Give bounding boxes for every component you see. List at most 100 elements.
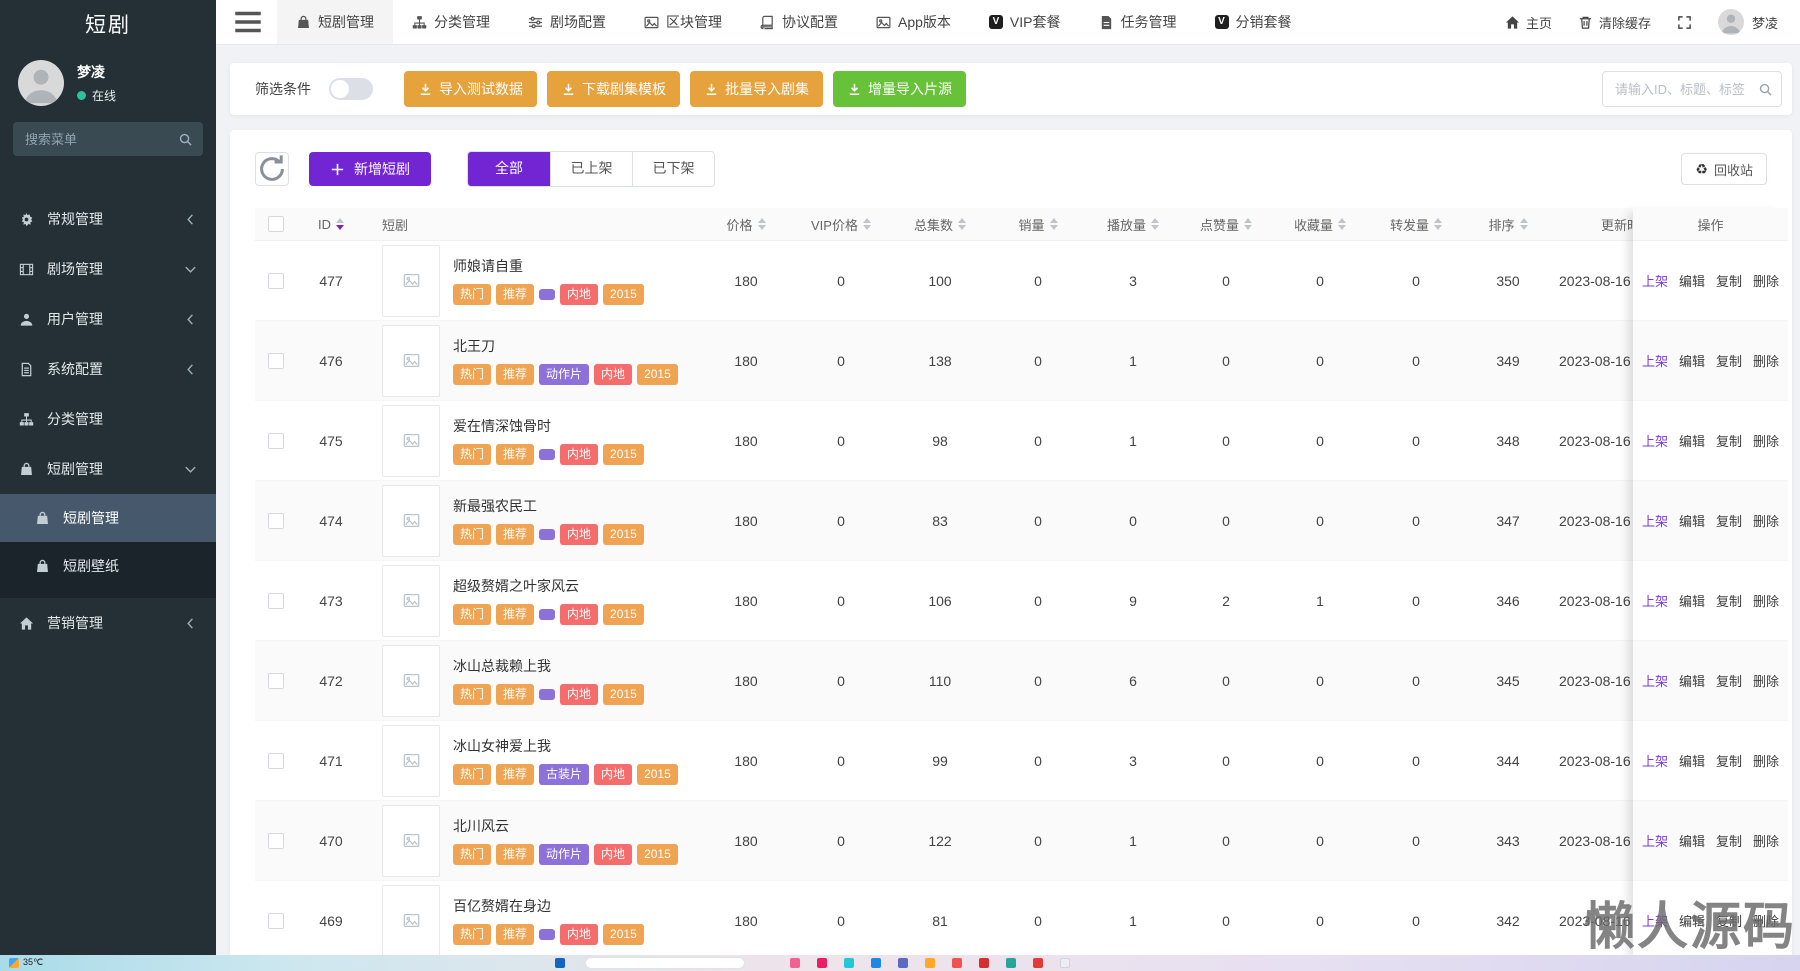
tab-VIP套餐[interactable]: V VIP套餐 xyxy=(970,0,1080,44)
sidebar-item-常规管理[interactable]: 常规管理 xyxy=(0,194,216,244)
column-header-点赞量[interactable]: 点赞量 xyxy=(1180,215,1272,234)
action-上架[interactable]: 上架 xyxy=(1642,511,1668,530)
taskbar-search-box[interactable] xyxy=(585,957,745,969)
action-复制[interactable]: 复制 xyxy=(1716,671,1742,690)
drama-thumbnail[interactable] xyxy=(382,244,440,317)
action-删除[interactable]: 删除 xyxy=(1753,591,1779,610)
taskbar-app-icon[interactable] xyxy=(1060,958,1070,968)
sidebar-item-短剧管理[interactable]: 短剧管理 xyxy=(0,444,216,494)
row-checkbox[interactable] xyxy=(268,672,284,689)
action-复制[interactable]: 复制 xyxy=(1716,591,1742,610)
action-复制[interactable]: 复制 xyxy=(1716,271,1742,290)
taskbar-app-icon[interactable] xyxy=(817,958,827,968)
action-编辑[interactable]: 编辑 xyxy=(1679,271,1705,290)
tab-短剧管理[interactable]: 短剧管理 xyxy=(277,0,393,44)
row-checkbox[interactable] xyxy=(268,912,284,929)
action-复制[interactable]: 复制 xyxy=(1716,751,1742,770)
action-编辑[interactable]: 编辑 xyxy=(1679,511,1705,530)
sidebar-item-分类管理[interactable]: 分类管理 xyxy=(0,394,216,444)
sort-carets-icon[interactable] xyxy=(1049,218,1058,230)
row-checkbox[interactable] xyxy=(268,592,284,609)
action-编辑[interactable]: 编辑 xyxy=(1679,671,1705,690)
sort-carets-icon[interactable] xyxy=(1338,218,1346,230)
tab-分类管理[interactable]: 分类管理 xyxy=(393,0,509,44)
tab-协议配置[interactable]: 协议配置 xyxy=(741,0,857,44)
drama-thumbnail[interactable] xyxy=(382,404,440,477)
sort-carets-icon[interactable] xyxy=(958,218,966,230)
sort-carets-icon[interactable] xyxy=(1151,218,1159,230)
column-header-VIP价格[interactable]: VIP价格 xyxy=(792,215,890,234)
segment-已上架[interactable]: 已上架 xyxy=(550,152,632,186)
action-编辑[interactable]: 编辑 xyxy=(1679,591,1705,610)
taskbar-app-icon[interactable] xyxy=(979,958,989,968)
action-上架[interactable]: 上架 xyxy=(1642,271,1668,290)
sort-carets-icon[interactable] xyxy=(862,218,871,230)
action-上架[interactable]: 上架 xyxy=(1642,671,1668,690)
column-header-转发量[interactable]: 转发量 xyxy=(1368,215,1464,234)
select-all-checkbox[interactable] xyxy=(268,216,284,232)
column-header-价格[interactable]: 价格 xyxy=(700,215,792,234)
taskbar-app-icon[interactable] xyxy=(952,958,962,968)
action-编辑[interactable]: 编辑 xyxy=(1679,751,1705,770)
action-删除[interactable]: 删除 xyxy=(1753,751,1779,770)
action-删除[interactable]: 删除 xyxy=(1753,831,1779,850)
drama-thumbnail[interactable] xyxy=(382,804,440,877)
nav-user[interactable]: 梦凌 xyxy=(1717,9,1778,35)
action-复制[interactable]: 复制 xyxy=(1716,511,1742,530)
column-header-收藏量[interactable]: 收藏量 xyxy=(1272,215,1368,234)
sidebar-search-input[interactable] xyxy=(13,122,203,156)
sort-carets-icon[interactable] xyxy=(1244,218,1252,230)
row-checkbox[interactable] xyxy=(268,272,284,289)
sort-carets-icon[interactable] xyxy=(757,218,766,230)
tab-任务管理[interactable]: 任务管理 xyxy=(1080,0,1196,44)
row-checkbox[interactable] xyxy=(268,352,284,369)
action-删除[interactable]: 删除 xyxy=(1753,671,1779,690)
table-search-input[interactable] xyxy=(1602,71,1782,107)
home-link[interactable]: 主页 xyxy=(1505,13,1552,32)
add-drama-button[interactable]: 新增短剧 xyxy=(309,152,431,186)
clear-cache-link[interactable]: 清除缓存 xyxy=(1578,13,1651,32)
action-复制[interactable]: 复制 xyxy=(1716,351,1742,370)
table-scroll-area[interactable]: ID 短剧 价格 VIP价格 总集数 销量 播放量 点赞量 收藏量 转发量 排序 更新时间 477 师娘… xyxy=(255,208,1633,971)
drama-thumbnail[interactable] xyxy=(382,564,440,637)
fullscreen-icon[interactable] xyxy=(1677,15,1692,30)
taskbar-app-icon[interactable] xyxy=(555,958,565,968)
sidebar-item-营销管理[interactable]: 营销管理 xyxy=(0,598,216,648)
sort-carets-icon[interactable] xyxy=(336,218,344,230)
row-checkbox[interactable] xyxy=(268,512,284,529)
drama-thumbnail[interactable] xyxy=(382,324,440,397)
action-上架[interactable]: 上架 xyxy=(1642,591,1668,610)
action-删除[interactable]: 删除 xyxy=(1753,431,1779,450)
tab-区块管理[interactable]: 区块管理 xyxy=(625,0,741,44)
hamburger-icon[interactable] xyxy=(231,0,265,45)
sort-carets-icon[interactable] xyxy=(1434,218,1442,230)
sort-carets-icon[interactable] xyxy=(1519,218,1528,230)
tab-App版本[interactable]: App版本 xyxy=(857,0,970,44)
sidebar-item-系统配置[interactable]: 系统配置 xyxy=(0,344,216,394)
action-上架[interactable]: 上架 xyxy=(1642,431,1668,450)
tab-分销套餐[interactable]: V 分销套餐 xyxy=(1196,0,1311,44)
action-上架[interactable]: 上架 xyxy=(1642,751,1668,770)
sidebar-item-用户管理[interactable]: 用户管理 xyxy=(0,294,216,344)
sidebar-subitem-短剧壁纸[interactable]: 短剧壁纸 xyxy=(0,542,216,590)
action-编辑[interactable]: 编辑 xyxy=(1679,351,1705,370)
taskbar-app-icon[interactable] xyxy=(925,958,935,968)
refresh-button[interactable] xyxy=(255,152,289,186)
taskbar-weather-widget[interactable]: 35℃ xyxy=(9,957,43,968)
taskbar-app-icon[interactable] xyxy=(898,958,908,968)
import-button-下载剧集模板[interactable]: 下载剧集模板 xyxy=(547,71,680,107)
import-button-增量导入片源[interactable]: 增量导入片源 xyxy=(833,71,966,107)
segment-已下架[interactable]: 已下架 xyxy=(632,152,714,186)
taskbar-app-icon[interactable] xyxy=(844,958,854,968)
row-checkbox[interactable] xyxy=(268,432,284,449)
search-icon[interactable] xyxy=(1758,82,1773,97)
row-checkbox[interactable] xyxy=(268,752,284,769)
drama-thumbnail[interactable] xyxy=(382,884,440,957)
column-header-排序[interactable]: 排序 xyxy=(1464,215,1552,234)
sidebar-item-剧场管理[interactable]: 剧场管理 xyxy=(0,244,216,294)
drama-thumbnail[interactable] xyxy=(382,644,440,717)
taskbar-app-icon[interactable] xyxy=(790,958,800,968)
column-header-销量[interactable]: 销量 xyxy=(990,215,1086,234)
column-header-总集数[interactable]: 总集数 xyxy=(890,215,990,234)
action-编辑[interactable]: 编辑 xyxy=(1679,831,1705,850)
